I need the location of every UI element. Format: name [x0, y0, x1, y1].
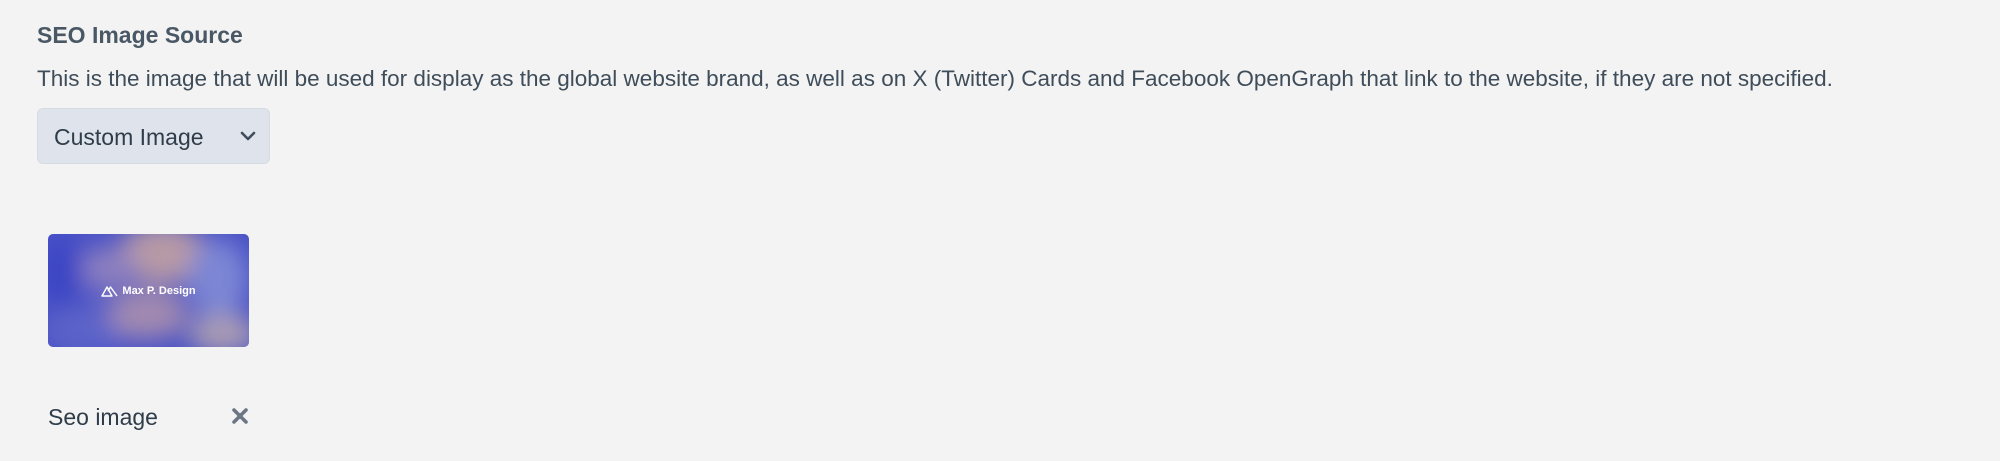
field-label: SEO Image Source	[37, 22, 243, 48]
select-value: Custom Image	[54, 124, 204, 150]
chevron-down-icon	[240, 131, 256, 141]
seo-image-source-select[interactable]: Custom Image	[37, 108, 270, 164]
asset-title: Seo image	[48, 404, 158, 430]
close-icon[interactable]	[230, 406, 250, 426]
mountain-logo-icon	[101, 285, 118, 297]
brand-name: Max P. Design	[122, 284, 196, 297]
asset-thumbnail[interactable]: Max P. Design	[48, 234, 249, 347]
field-instructions: This is the image that will be used for …	[37, 66, 1833, 91]
selected-asset: Max P. Design Seo image	[48, 234, 249, 430]
brand-lockup: Max P. Design	[48, 234, 249, 347]
